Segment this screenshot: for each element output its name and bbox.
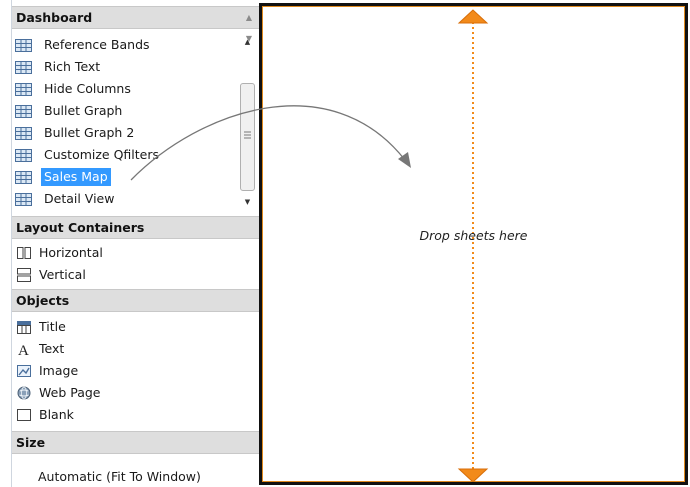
sheet-item-rich-text[interactable]: Rich Text bbox=[12, 57, 103, 77]
web-page-icon bbox=[17, 386, 31, 399]
worksheet-icon bbox=[15, 192, 32, 206]
worksheet-icon bbox=[15, 82, 32, 96]
grip-icon bbox=[244, 131, 251, 139]
blank-object-item[interactable]: Blank bbox=[12, 404, 74, 425]
horizontal-container-label: Horizontal bbox=[39, 245, 103, 260]
worksheet-icon bbox=[15, 104, 32, 118]
title-object-label: Title bbox=[39, 319, 66, 334]
worksheet-icon bbox=[15, 170, 32, 184]
scroll-down-arrow-icon[interactable]: ▼ bbox=[238, 195, 257, 209]
vertical-container-icon bbox=[17, 267, 31, 282]
image-object-icon bbox=[17, 364, 31, 377]
objects-header-label: Objects bbox=[16, 293, 70, 308]
sheet-item-customize-qfilters[interactable]: Customize Qfilters bbox=[12, 145, 162, 165]
sheet-item-bullet-graph-2[interactable]: Bullet Graph 2 bbox=[12, 123, 137, 143]
worksheet-icon bbox=[15, 38, 32, 52]
text-object-label: Text bbox=[39, 341, 65, 356]
size-header[interactable]: Size bbox=[12, 431, 262, 454]
layout-containers-header-label: Layout Containers bbox=[16, 220, 145, 235]
sheet-item-label: Hide Columns bbox=[44, 81, 131, 96]
sheet-item-label: Sales Map bbox=[41, 168, 111, 186]
scroll-thumb[interactable] bbox=[240, 83, 255, 191]
sheet-item-label: Bullet Graph 2 bbox=[44, 125, 135, 140]
dashboard-section-header[interactable]: Dashboard ▲ ▼ bbox=[12, 6, 262, 43]
image-object-label: Image bbox=[39, 363, 79, 378]
horizontal-container-item[interactable]: Horizontal bbox=[12, 242, 103, 263]
scroll-up-arrow-icon[interactable]: ▲ bbox=[238, 35, 257, 49]
text-object-item[interactable]: A Text bbox=[12, 338, 64, 359]
worksheet-icon bbox=[15, 126, 32, 140]
resize-handle-up-icon[interactable] bbox=[457, 9, 489, 24]
sheet-item-label: Customize Qfilters bbox=[44, 147, 160, 162]
worksheet-icon bbox=[15, 148, 32, 162]
dashboard-sidebar: Dashboard ▲ ▼ Reference Bands Rich Text H… bbox=[11, 0, 262, 487]
sheet-list: Reference Bands Rich Text Hide Columns B… bbox=[12, 33, 238, 211]
sheet-item-sales-map[interactable]: Sales Map bbox=[12, 167, 111, 187]
dashboard-canvas[interactable]: Drop sheets here bbox=[259, 3, 688, 485]
sheet-item-reference-bands[interactable]: Reference Bands bbox=[12, 35, 153, 55]
sheet-item-label: Reference Bands bbox=[44, 37, 150, 52]
sheet-item-hide-columns[interactable]: Hide Columns bbox=[12, 79, 134, 99]
text-object-icon: A bbox=[18, 343, 29, 356]
web-page-object-label: Web Page bbox=[39, 385, 101, 400]
sheet-item-label: Detail View bbox=[44, 191, 115, 206]
sheet-item-label: Rich Text bbox=[44, 59, 101, 74]
web-page-object-item[interactable]: Web Page bbox=[12, 382, 101, 403]
worksheet-icon bbox=[15, 60, 32, 74]
drop-sheets-hint: Drop sheets here bbox=[419, 228, 528, 243]
vertical-container-label: Vertical bbox=[39, 267, 86, 282]
vertical-container-item[interactable]: Vertical bbox=[12, 264, 86, 285]
sheet-item-label: Bullet Graph bbox=[44, 103, 123, 118]
dashboard-header-label: Dashboard bbox=[16, 10, 93, 25]
sheet-item-bullet-graph[interactable]: Bullet Graph bbox=[12, 101, 125, 121]
size-header-label: Size bbox=[16, 435, 46, 450]
size-dropdown[interactable]: Automatic (Fit To Window) bbox=[38, 469, 201, 484]
resize-handle-down-icon[interactable] bbox=[457, 468, 489, 482]
title-object-item[interactable]: Title bbox=[12, 316, 66, 337]
title-object-icon bbox=[17, 320, 31, 334]
layout-containers-header[interactable]: Layout Containers bbox=[12, 216, 262, 239]
sheet-list-scrollbar[interactable]: ▲ ▼ bbox=[238, 33, 257, 211]
image-object-item[interactable]: Image bbox=[12, 360, 78, 381]
sheet-item-detail-view[interactable]: Detail View bbox=[12, 189, 117, 209]
objects-header[interactable]: Objects bbox=[12, 289, 262, 312]
blank-object-label: Blank bbox=[39, 407, 74, 422]
horizontal-container-icon bbox=[17, 246, 31, 259]
blank-object-icon bbox=[17, 408, 31, 421]
svg-text:A: A bbox=[18, 343, 29, 356]
height-resize-guide bbox=[457, 9, 489, 482]
